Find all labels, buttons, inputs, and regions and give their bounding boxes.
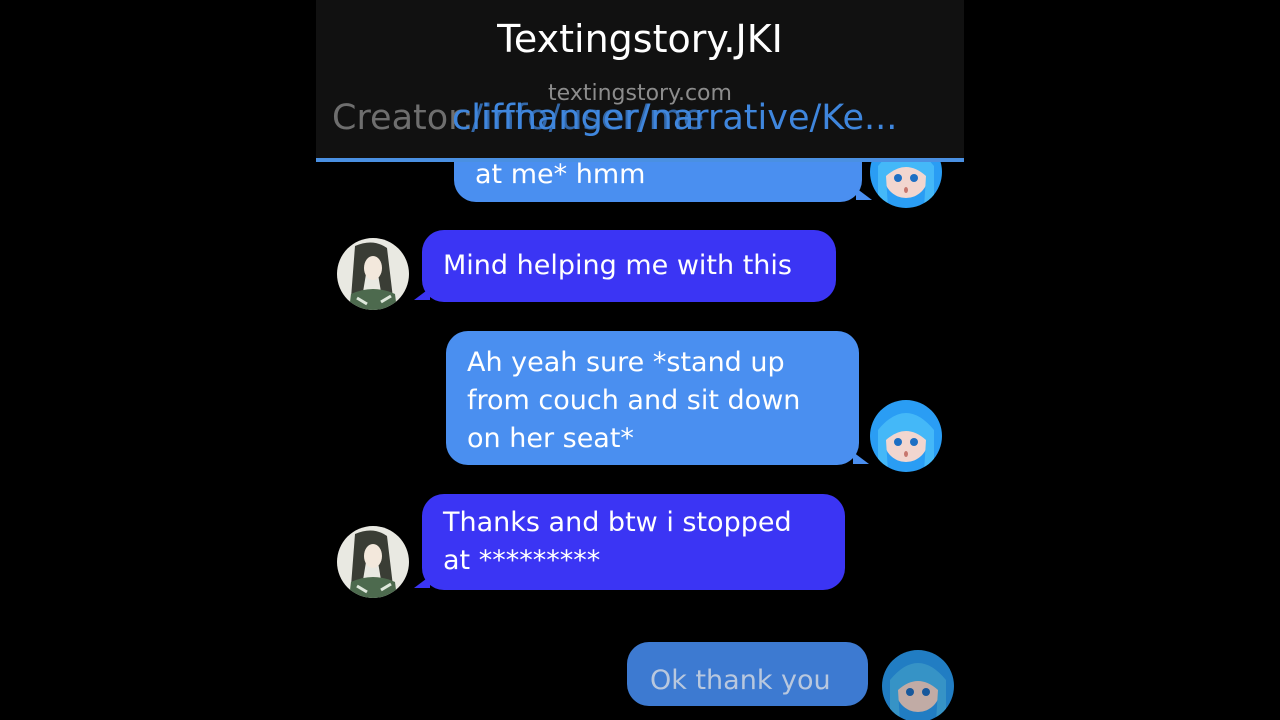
overlay-link[interactable]: cliffhanger/narrative/Ke...	[452, 96, 897, 140]
chat-screen: at me* hmm Mind helping me with this Ah …	[316, 0, 964, 720]
chat-title: Textingstory.JKI	[497, 17, 783, 61]
message-bubble-me: Ah yeah sure *stand up from couch and si…	[446, 331, 859, 465]
chat-header: Textingstory.JKI textingstory.com Creato…	[316, 0, 964, 158]
header-divider	[316, 158, 964, 162]
message-bubble-them: Mind helping me with this	[422, 230, 836, 302]
dark-haired-girl-avatar[interactable]	[337, 238, 409, 310]
blue-haired-girl-avatar[interactable]	[882, 650, 954, 720]
blue-haired-girl-avatar[interactable]	[870, 400, 942, 472]
dark-haired-girl-avatar[interactable]	[337, 526, 409, 598]
bubble-tail	[853, 452, 869, 464]
bubble-tail	[856, 188, 872, 200]
video-frame: at me* hmm Mind helping me with this Ah …	[0, 0, 1280, 720]
message-bubble-them: Thanks and btw i stopped at *********	[422, 494, 845, 590]
message-bubble-me: Ok thank you	[627, 642, 868, 706]
bubble-tail	[414, 576, 430, 588]
bubble-tail	[414, 288, 430, 300]
